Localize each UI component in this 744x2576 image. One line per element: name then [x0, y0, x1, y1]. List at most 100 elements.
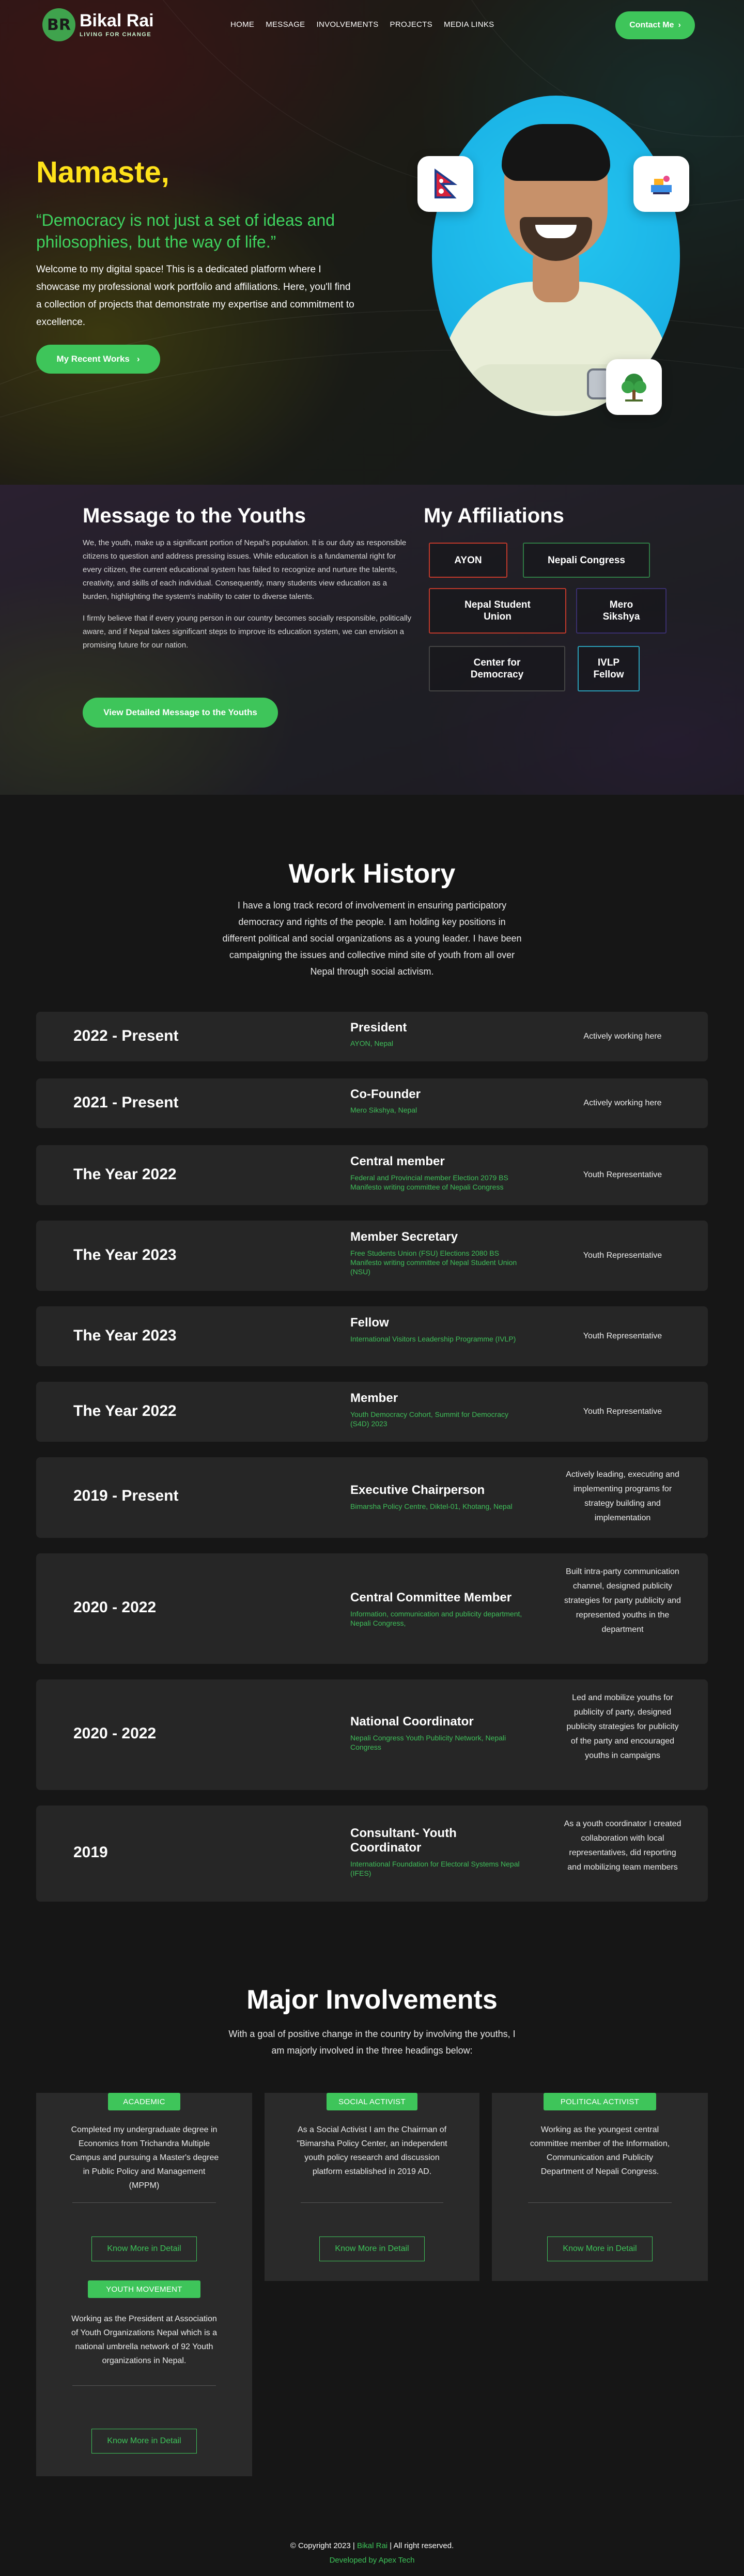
know-more-button[interactable]: Know More in Detail	[91, 2429, 197, 2454]
affiliation-center-for-democracy[interactable]: Center for Democracy	[429, 646, 565, 691]
job-org: Free Students Union (FSU) Elections 2080…	[350, 1249, 517, 1276]
job-org: International Visitors Leadership Progra…	[350, 1335, 516, 1343]
brand-tagline: LIVING FOR CHANGE	[80, 32, 152, 38]
job-role: Fellow	[350, 1316, 389, 1330]
logo-initials: BR	[42, 8, 75, 41]
job-card: 2021 - Present Co-Founder Mero Sikshya, …	[36, 1078, 708, 1128]
job-org: Mero Sikshya, Nepal	[350, 1106, 417, 1114]
job-role: Member Secretary	[350, 1230, 458, 1244]
divider	[72, 2202, 216, 2203]
affiliations-title: My Affiliations	[424, 504, 564, 527]
job-role: Executive Chairperson	[350, 1483, 485, 1497]
affiliation-nepali-congress[interactable]: Nepali Congress	[523, 543, 650, 578]
job-role: Central member	[350, 1154, 445, 1168]
job-card: 2022 - Present President AYON, Nepal Act…	[36, 1012, 708, 1061]
contact-me-label: Contact Me	[629, 21, 674, 29]
hero-quote: “Democracy is not just a set of ideas an…	[36, 211, 335, 251]
involvement-card: POLITICAL ACTIVIST Working as the younge…	[492, 2093, 708, 2281]
affiliation-ayon[interactable]: AYON	[429, 543, 507, 578]
involvements-subtitle: With a goal of positive change in the co…	[228, 2029, 516, 2056]
job-org: Federal and Provincial member Election 2…	[350, 1174, 508, 1191]
job-org: AYON, Nepal	[350, 1039, 393, 1047]
recent-works-button[interactable]: My Recent Works ›	[36, 345, 160, 374]
job-desc: Youth Representative	[583, 1251, 662, 1260]
job-desc: Actively working here	[583, 1032, 662, 1041]
affiliation-ivlp-fellow[interactable]: IVLP Fellow	[578, 646, 640, 691]
job-role: National Coordinator	[350, 1715, 474, 1729]
know-more-button[interactable]: Know More in Detail	[319, 2236, 425, 2261]
copyright-suffix: | All right reserved.	[390, 2541, 454, 2550]
know-more-button[interactable]: Know More in Detail	[547, 2236, 653, 2261]
footer-developer[interactable]: Developed by Apex Tech	[0, 2556, 744, 2565]
involvement-card: SOCIAL ACTIVIST As a Social Activist I a…	[265, 2093, 479, 2281]
job-year: The Year 2023	[73, 1246, 177, 1263]
detailed-message-button[interactable]: View Detailed Message to the Youths	[83, 698, 278, 728]
hero-greeting: Namaste,	[36, 156, 169, 189]
nav-home[interactable]: HOME	[230, 20, 254, 29]
job-card: The Year 2022 Central member Federal and…	[36, 1145, 708, 1205]
job-year: 2021 - Present	[73, 1094, 179, 1111]
job-org: International Foundation for Electoral S…	[350, 1860, 520, 1877]
job-card: 2019 - Present Executive Chairperson Bim…	[36, 1457, 708, 1538]
affiliation-mero-sikshya[interactable]: Mero Sikshya	[576, 588, 667, 634]
work-history-title: Work History	[288, 859, 456, 889]
involvement-card: ACADEMIC Completed my undergraduate degr…	[36, 2093, 252, 2476]
job-year: 2020 - 2022	[73, 1725, 157, 1742]
contact-me-button[interactable]: Contact Me ›	[615, 11, 695, 39]
work-history-subtitle: I have a long track record of involvemen…	[222, 900, 522, 977]
chevron-right-icon: ›	[678, 21, 681, 29]
tag-political-activist: POLITICAL ACTIVIST	[544, 2093, 656, 2110]
job-year: 2020 - 2022	[73, 1599, 157, 1616]
job-desc: Built intra-party communication channel,…	[564, 1567, 681, 1634]
job-desc: As a youth coordinator I created collabo…	[564, 1819, 681, 1872]
nepal-flag-icon	[417, 156, 473, 212]
job-role: President	[350, 1021, 407, 1035]
involvements-title: Major Involvements	[246, 1985, 498, 2015]
copyright-prefix: © Copyright 2023 |	[290, 2541, 355, 2550]
recent-works-label: My Recent Works	[56, 354, 130, 364]
job-role: Central Committee Member	[350, 1591, 512, 1605]
affiliation-nepal-student-union[interactable]: Nepal Student Union	[429, 588, 566, 634]
job-card: 2020 - 2022 National Coordinator Nepali …	[36, 1679, 708, 1790]
job-card: 2020 - 2022 Central Committee Member Inf…	[36, 1553, 708, 1664]
message-title: Message to the Youths	[83, 504, 306, 527]
know-more-button[interactable]: Know More in Detail	[91, 2236, 197, 2261]
card-text: Working as the youngest central committe…	[530, 2125, 670, 2176]
job-role: Co-Founder	[350, 1087, 421, 1101]
copyright-name[interactable]: Bikal Rai	[357, 2541, 388, 2550]
job-year: 2019 - Present	[73, 1487, 179, 1504]
message-paragraph: We, the youth, make up a significant por…	[83, 538, 407, 601]
main-menu: HOME MESSAGE INVOLVEMENTS PROJECTS MEDIA…	[230, 20, 494, 29]
job-desc: Youth Representative	[583, 1332, 662, 1340]
job-desc: Led and mobilize youths for publicity of…	[566, 1693, 679, 1760]
nav-projects[interactable]: PROJECTS	[390, 20, 432, 29]
brand-name: Bikal Rai	[80, 11, 154, 30]
divider	[301, 2202, 443, 2203]
job-org: Nepali Congress Youth Publicity Network,…	[350, 1734, 506, 1751]
job-desc: Actively working here	[583, 1099, 662, 1107]
job-year: The Year 2022	[73, 1402, 177, 1420]
job-year: 2019	[73, 1844, 108, 1861]
divider	[528, 2202, 672, 2203]
nav-media-links[interactable]: MEDIA LINKS	[444, 20, 494, 29]
job-org: Information, communication and publicity…	[350, 1610, 522, 1627]
job-card: 2019 Consultant- Youth Coordinator Inter…	[36, 1806, 708, 1902]
tag-youth-movement: YOUTH MOVEMENT	[88, 2280, 200, 2298]
job-year: 2022 - Present	[73, 1027, 179, 1044]
job-year: The Year 2022	[73, 1166, 177, 1183]
message-paragraph: I firmly believe that if every young per…	[83, 614, 412, 650]
job-card: The Year 2022 Member Youth Democracy Coh…	[36, 1382, 708, 1442]
job-org: Youth Democracy Cohort, Summit for Democ…	[350, 1410, 509, 1428]
job-desc: Actively leading, executing and implemen…	[566, 1470, 679, 1522]
tag-academic: ACADEMIC	[108, 2093, 180, 2110]
job-desc: Youth Representative	[583, 1407, 662, 1416]
job-desc: Youth Representative	[583, 1170, 662, 1179]
nav-message[interactable]: MESSAGE	[266, 20, 305, 29]
brand-logo[interactable]: BR Bikal Rai LIVING FOR CHANGE	[42, 8, 154, 41]
job-org: Bimarsha Policy Centre, Diktel-01, Khota…	[350, 1502, 513, 1510]
nav-involvements[interactable]: INVOLVEMENTS	[317, 20, 379, 29]
message-body: We, the youth, make up a significant por…	[83, 536, 413, 660]
education-icon	[633, 156, 689, 212]
job-card: The Year 2023 Fellow International Visit…	[36, 1306, 708, 1366]
card-text: Working as the President at Association …	[71, 2315, 217, 2365]
